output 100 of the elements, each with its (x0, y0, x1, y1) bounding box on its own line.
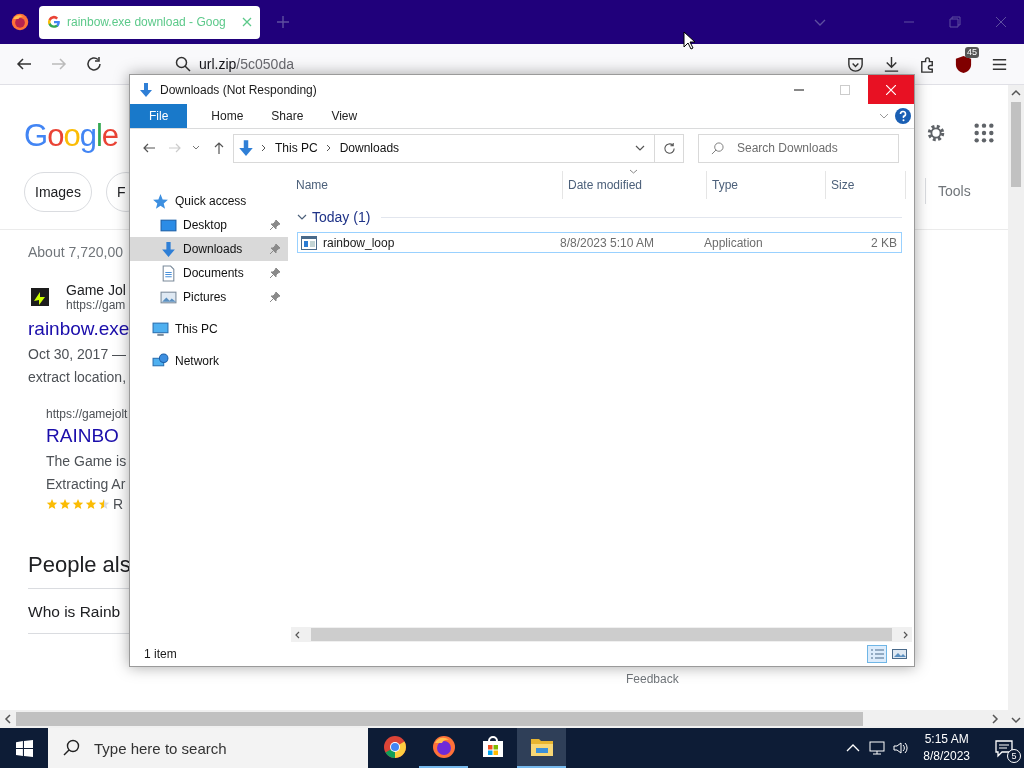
chrome-icon (382, 735, 407, 759)
clock[interactable]: 5:15 AM 8/8/2023 (923, 731, 970, 765)
file-size: 2 KB (870, 235, 898, 250)
site-favicon-icon (28, 285, 52, 309)
column-header[interactable]: Type (707, 171, 826, 199)
chevron-right-icon (261, 144, 267, 152)
network-icon[interactable] (869, 740, 886, 756)
nav-item[interactable]: Pictures (130, 285, 288, 309)
download-arrow-icon (160, 240, 177, 258)
search-field[interactable]: Search Downloads (698, 133, 899, 163)
star-icon (98, 498, 110, 510)
details-view-icon (869, 648, 885, 660)
taskbar-search-field[interactable]: Type here to search (48, 728, 368, 768)
nav-item[interactable]: This PC (130, 317, 288, 341)
search-icon (711, 141, 724, 155)
result-url: https://gamejolt (46, 407, 129, 421)
column-header[interactable]: Date modified (563, 171, 707, 199)
download-icon[interactable] (882, 54, 901, 74)
address-field[interactable]: url.zip/5c050da (175, 56, 294, 72)
download-arrow-icon (138, 81, 154, 98)
chevron-icon[interactable] (297, 212, 307, 222)
column-header[interactable]: Size (826, 171, 906, 199)
firefox-icon[interactable] (11, 13, 29, 31)
nav-item[interactable]: Downloads (130, 237, 288, 261)
rating-text: R (113, 496, 124, 512)
file-date: 8/8/2023 5:10 AM (559, 235, 656, 250)
reload-icon[interactable] (85, 55, 103, 73)
search-icon (62, 739, 80, 757)
application-icon (301, 235, 317, 250)
notifications-icon[interactable] (994, 738, 1014, 758)
maximize-icon (840, 84, 850, 95)
star-icon (59, 498, 71, 510)
scroll-up-icon[interactable] (1011, 88, 1021, 98)
ribbon-tab[interactable]: View (317, 104, 372, 128)
result-snippet: Oct 30, 2017 — (28, 345, 128, 364)
result-snippet: Extracting Ar (46, 475, 127, 494)
up-arrow-icon[interactable] (212, 141, 226, 155)
file-type: Application (703, 235, 764, 250)
scrollbar-thumb[interactable] (16, 712, 863, 726)
chevron-right-icon (325, 144, 332, 152)
notification-count: 5 (1007, 749, 1021, 763)
shield-icon[interactable] (954, 54, 973, 74)
volume-icon[interactable] (893, 740, 910, 756)
result-snippet: The Game is (46, 452, 128, 471)
breadcrumb-item[interactable]: This PC (275, 141, 318, 155)
result-url: https://gam (66, 298, 126, 312)
feedback-link[interactable]: Feedback (626, 672, 679, 686)
scroll-left-icon[interactable] (294, 630, 302, 639)
taskbar-app[interactable] (517, 728, 566, 768)
firefox-icon (431, 735, 456, 759)
breadcrumb-item[interactable]: Downloads (339, 141, 400, 155)
file-name: rainbow_loop (323, 235, 395, 250)
sort-caret-icon (629, 169, 638, 174)
ribbon-tab[interactable]: Share (257, 104, 318, 128)
scroll-down-icon[interactable] (1011, 715, 1021, 725)
scrollbar-thumb[interactable] (1011, 102, 1021, 187)
file-row[interactable]: rainbow_loop 8/8/2023 5:10 AM Application 2 KB (297, 232, 902, 253)
group-header[interactable]: Today (1) (312, 209, 371, 225)
status-text: 1 item (144, 647, 177, 661)
star-icon (46, 498, 58, 510)
site-name: Game Jol (66, 282, 126, 298)
column-header[interactable]: Name (291, 171, 563, 199)
result-stats: About 7,720,00 (28, 244, 124, 260)
nav-item[interactable]: Quick access (130, 189, 288, 213)
scroll-right-icon[interactable] (901, 630, 909, 639)
settings-icon[interactable] (925, 122, 947, 144)
ribbon-tab[interactable]: Home (197, 104, 258, 128)
download-arrow-icon (237, 139, 255, 157)
close-icon (886, 84, 896, 95)
windows-logo-icon (15, 739, 33, 757)
computer-icon (152, 320, 169, 338)
nav-item[interactable]: Desktop (130, 213, 288, 237)
result-title-link[interactable]: rainbow.exe (28, 318, 129, 340)
store-bag-icon (480, 735, 505, 759)
extension-badge: 45 (965, 46, 979, 58)
back-icon[interactable] (142, 141, 156, 155)
scroll-right-icon[interactable] (990, 714, 1000, 724)
large-icons-view-icon (891, 648, 907, 660)
nav-item[interactable]: Network (130, 349, 288, 373)
result-snippet: extract location, (28, 368, 128, 387)
star-icon (152, 192, 169, 210)
window-title: Downloads (Not Responding) (160, 82, 317, 97)
refresh-icon[interactable] (662, 141, 676, 155)
tools-button[interactable]: Tools (938, 183, 971, 199)
google-logo[interactable]: Google (24, 118, 118, 154)
google-g-icon (47, 15, 61, 29)
scrollbar-thumb[interactable] (311, 628, 892, 641)
search-icon (175, 56, 191, 72)
star-icon (72, 498, 84, 510)
result-title-link[interactable]: RAINBO (46, 425, 129, 447)
scroll-left-icon[interactable] (3, 714, 13, 724)
help-icon[interactable] (895, 108, 911, 124)
nav-item[interactable]: Documents (130, 261, 288, 285)
address-bar[interactable]: This PC Downloads (233, 133, 684, 163)
chevron-down-icon[interactable] (192, 144, 200, 152)
apps-grid-icon[interactable] (973, 122, 995, 144)
star-icon (85, 498, 97, 510)
ribbon-tab[interactable]: File (130, 104, 188, 128)
document-icon (160, 264, 177, 282)
chevron-down-icon[interactable] (635, 143, 645, 153)
